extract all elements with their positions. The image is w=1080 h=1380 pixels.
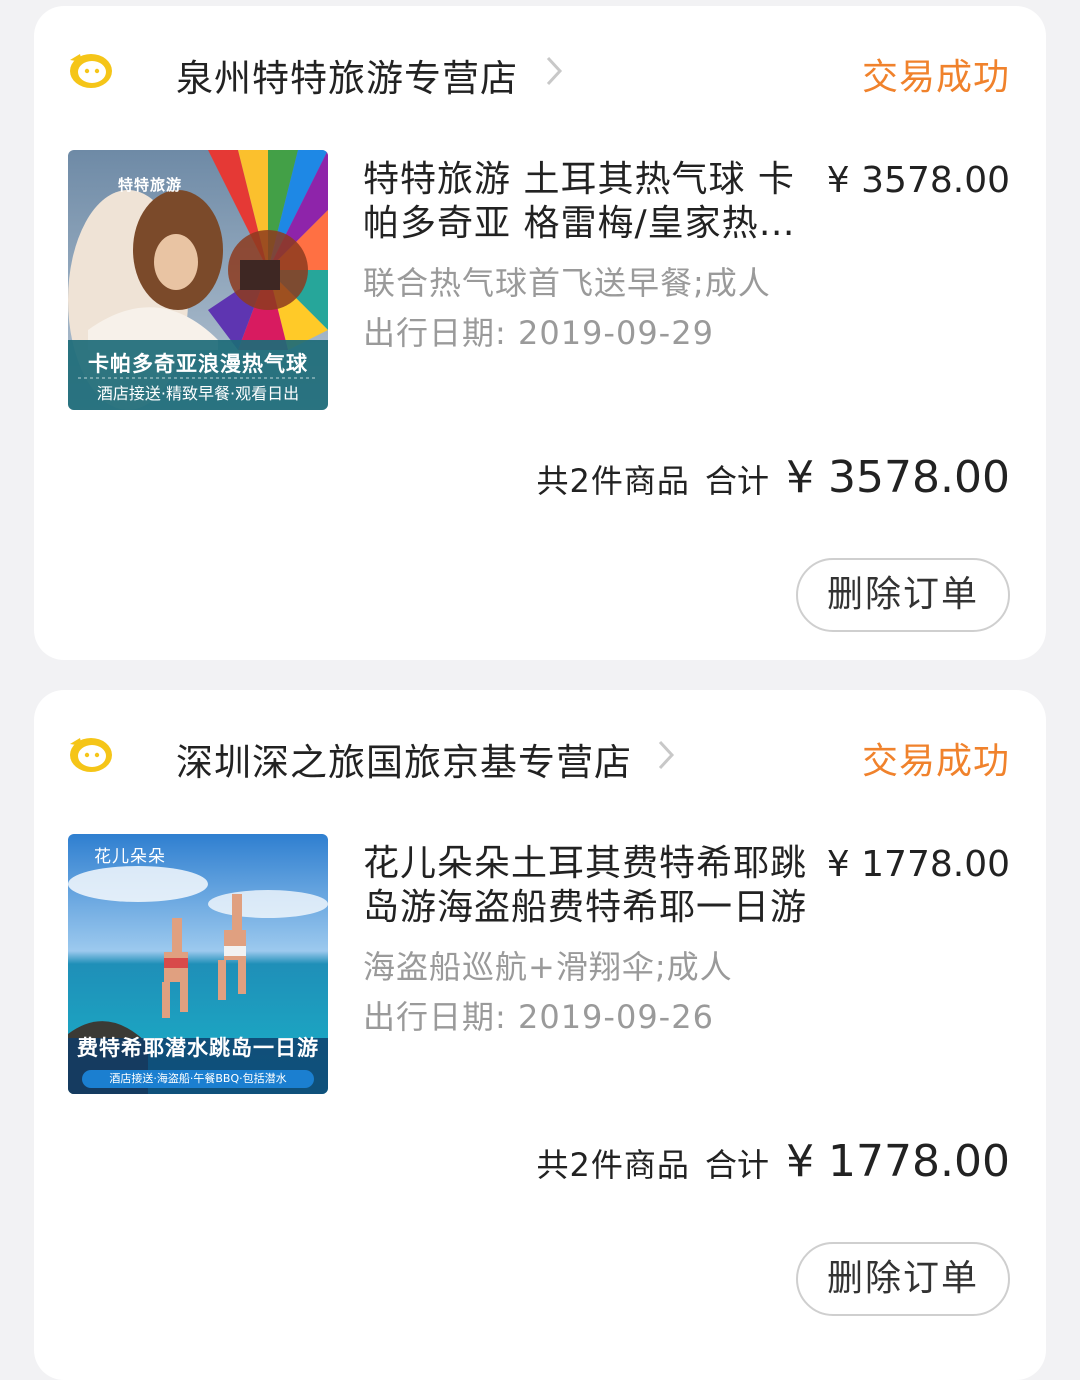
product-price: ¥ 3578.00 bbox=[826, 160, 1010, 201]
fliggy-shop-icon bbox=[68, 50, 114, 90]
thumbnail-title: 卡帕多奇亚浪漫热气球 bbox=[88, 352, 308, 376]
travel-date-value: 2019-09-26 bbox=[517, 998, 714, 1036]
order-card[interactable]: 泉州特特旅游专营店 交易成功 特特旅游 卡帕多奇亚浪漫热气球 酒店接送·精致早餐… bbox=[34, 6, 1046, 660]
delete-order-button[interactable]: 删除订单 bbox=[796, 1242, 1010, 1316]
travel-date-label: 出行日期: bbox=[363, 998, 518, 1036]
product-thumbnail[interactable]: 特特旅游 卡帕多奇亚浪漫热气球 酒店接送·精致早餐·观看日出 bbox=[68, 150, 328, 410]
shop-header[interactable]: 深圳深之旅国旅京基专营店 交易成功 bbox=[68, 730, 1010, 786]
order-status: 交易成功 bbox=[861, 57, 1010, 98]
thumbnail-brand: 特特旅游 bbox=[118, 176, 183, 194]
chevron-right-icon[interactable] bbox=[656, 738, 676, 772]
product-sku: 海盗船巡航+滑翔伞;成人 bbox=[363, 948, 733, 986]
product-thumbnail[interactable]: 花儿朵朵 费特希耶潜水跳岛一日游 酒店接送·海盗船·午餐BBQ·包括潜水 bbox=[68, 834, 328, 1094]
travel-date: 出行日期: 2019-09-26 bbox=[363, 992, 714, 1038]
total-label: 合计 bbox=[704, 462, 769, 500]
delete-order-button[interactable]: 删除订单 bbox=[796, 558, 1010, 632]
shop-name[interactable]: 泉州特特旅游专营店 bbox=[176, 48, 518, 102]
total-amount: ¥ 3578.00 bbox=[786, 452, 1010, 503]
thumbnail-subtitle: 酒店接送·精致早餐·观看日出 bbox=[96, 384, 300, 403]
travel-date: 出行日期: 2019-09-29 bbox=[363, 308, 714, 354]
product-price: ¥ 1778.00 bbox=[826, 844, 1010, 885]
product-title[interactable]: 花儿朵朵土耳其费特希耶跳岛游海盗船费特希耶一日游 bbox=[363, 842, 809, 930]
shop-name[interactable]: 深圳深之旅国旅京基专营店 bbox=[176, 732, 632, 786]
total-amount: ¥ 1778.00 bbox=[786, 1136, 1010, 1187]
order-total: 共2件商品 合计 ¥ 3578.00 bbox=[536, 452, 1010, 512]
travel-date-label: 出行日期: bbox=[363, 314, 518, 352]
product-sku: 联合热气球首飞送早餐;成人 bbox=[363, 264, 771, 302]
shop-header[interactable]: 泉州特特旅游专营店 交易成功 bbox=[68, 46, 1010, 102]
order-status: 交易成功 bbox=[861, 741, 1010, 782]
product-title[interactable]: 特特旅游 土耳其热气球 卡帕多奇亚 格雷梅/皇家热气球 bbox=[363, 158, 809, 246]
fliggy-shop-icon bbox=[68, 734, 114, 774]
order-total: 共2件商品 合计 ¥ 1778.00 bbox=[536, 1136, 1010, 1196]
travel-date-value: 2019-09-29 bbox=[517, 314, 714, 352]
chevron-right-icon[interactable] bbox=[544, 54, 564, 88]
item-count: 共2件商品 bbox=[536, 1146, 690, 1184]
thumbnail-title: 费特希耶潜水跳岛一日游 bbox=[77, 1036, 319, 1060]
thumbnail-brand: 花儿朵朵 bbox=[94, 847, 166, 867]
order-card[interactable]: 深圳深之旅国旅京基专营店 交易成功 花儿朵朵 费特希耶潜水跳岛一日游 酒店接送·… bbox=[34, 690, 1046, 1380]
total-label: 合计 bbox=[704, 1146, 769, 1184]
item-count: 共2件商品 bbox=[536, 462, 690, 500]
thumbnail-subtitle: 酒店接送·海盗船·午餐BBQ·包括潜水 bbox=[82, 1070, 314, 1088]
